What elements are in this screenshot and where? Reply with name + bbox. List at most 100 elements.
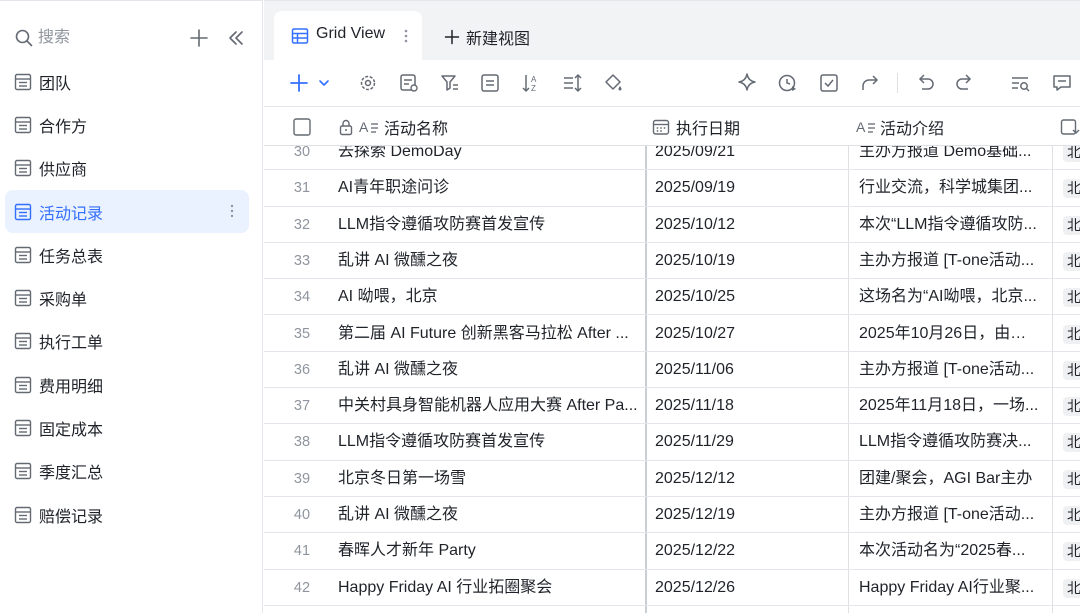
cell-activity-intro[interactable]: 本次“LLM指令遵循攻防... — [859, 215, 1039, 235]
table-row[interactable]: 39 北京冬日第一场雪 2025/12/12 团建/聚会，AGI Bar主办 北 — [264, 461, 1080, 497]
cell-activity-name[interactable]: 北京冬日第一场雪 — [338, 469, 638, 489]
field-config-icon[interactable] — [397, 71, 421, 95]
sidebar-item[interactable]: 季度汇总 — [5, 450, 249, 493]
sort-icon[interactable]: A Z — [519, 71, 543, 95]
group-icon[interactable] — [478, 71, 502, 95]
cell-activity-intro[interactable]: 团建/聚会，AGI Bar主办 — [859, 469, 1039, 489]
cell-execution-date[interactable]: 2025/12/12 — [655, 469, 845, 489]
cell-execution-date[interactable]: 2025/11/06 — [655, 360, 845, 380]
automation-icon[interactable] — [776, 71, 800, 95]
cell-tag[interactable]: 北 — [1063, 288, 1080, 308]
tab-grid-view[interactable]: Grid View — [274, 11, 422, 61]
cell-execution-date[interactable]: 2025/10/19 — [655, 251, 845, 271]
cell-execution-date[interactable]: 2025/11/29 — [655, 432, 845, 452]
collapse-sidebar-button[interactable] — [224, 26, 248, 50]
sidebar-item[interactable]: 固定成本 — [5, 406, 249, 449]
cell-activity-name[interactable]: LLM指令遵循攻防赛首发宣传 — [338, 432, 638, 452]
new-view-button[interactable]: 新建视图 — [444, 25, 530, 49]
sidebar-item[interactable]: 执行工单 — [5, 320, 249, 363]
cell-execution-date[interactable]: 2025/12/26 — [655, 578, 845, 598]
table-row[interactable]: 40 乱讲 AI 微醺之夜 2025/12/19 主办方报道 [T-one活动... 北 — [264, 497, 1080, 534]
cell-tag[interactable]: 北 — [1063, 251, 1080, 271]
table-row[interactable]: 36 乱讲 AI 微醺之夜 2025/11/06 主办方报道 [T-one活动... 北 — [264, 352, 1080, 389]
cell-activity-name[interactable]: 乱讲 AI 微醺之夜 — [338, 505, 638, 525]
cell-activity-intro[interactable]: 主办方报道 [T-one活动... — [859, 505, 1039, 525]
comment-icon[interactable] — [1050, 71, 1074, 95]
table-row[interactable]: 41 春晖人才新年 Party 2025/12/22 本次活动名为“2025春... 北 — [264, 533, 1080, 570]
cell-tag[interactable]: 北 — [1063, 433, 1080, 453]
sidebar-item[interactable]: 供应商 — [5, 147, 249, 190]
cell-activity-name[interactable]: 中关村具身智能机器人应用大赛 After Pa... — [338, 396, 638, 416]
undo-icon[interactable] — [913, 71, 937, 95]
cell-activity-name[interactable]: LLM指令遵循攻防赛首发宣传 — [338, 215, 638, 235]
cell-activity-intro[interactable]: 行业交流，科学城集团... — [859, 178, 1039, 198]
cell-execution-date[interactable]: 2025/09/19 — [655, 178, 845, 198]
cell-tag[interactable]: 北 — [1063, 360, 1080, 380]
table-row[interactable]: 32 LLM指令遵循攻防赛首发宣传 2025/10/12 本次“LLM指令遵循攻防..… — [264, 207, 1080, 243]
cell-activity-intro[interactable]: 2025年11月18日，一场... — [859, 396, 1039, 416]
form-icon[interactable] — [817, 71, 841, 95]
column-header-name[interactable]: A 活动名称 — [338, 107, 448, 146]
table-row[interactable]: 37 中关村具身智能机器人应用大赛 After Pa... 2025/11/18 20… — [264, 388, 1080, 425]
cell-tag[interactable]: 北 — [1063, 578, 1080, 598]
sidebar-item[interactable]: 活动记录 — [5, 189, 249, 234]
find-replace-icon[interactable] — [1008, 71, 1032, 95]
cell-execution-date[interactable]: 2025/10/25 — [655, 287, 845, 307]
sidebar-item[interactable]: 团队 — [5, 60, 249, 103]
sidebar-item[interactable]: 采购单 — [5, 276, 249, 319]
cell-tag[interactable]: 北 — [1063, 542, 1080, 562]
table-row[interactable]: 42 Happy Friday AI 行业拓圈聚会 2025/12/26 Happy … — [264, 570, 1080, 606]
table-row[interactable]: 35 第二届 AI Future 创新黑客马拉松 After ... 2025/10… — [264, 316, 1080, 352]
more-vertical-icon[interactable] — [225, 202, 239, 220]
column-header-next[interactable] — [1060, 107, 1080, 146]
share-icon[interactable] — [858, 71, 882, 95]
cell-activity-name[interactable]: AI 呦喂，北京 — [338, 287, 638, 307]
cell-tag[interactable]: 北 — [1063, 506, 1080, 525]
cell-activity-name[interactable]: 乱讲 AI 微醺之夜 — [338, 251, 638, 271]
row-height-icon[interactable] — [560, 71, 584, 95]
cell-tag[interactable]: 北 — [1063, 469, 1080, 489]
sidebar-item[interactable]: 赔偿记录 — [5, 493, 249, 536]
table-row[interactable]: 31 AI青年职途问诊 2025/09/19 行业交流，科学城集团... 北 — [264, 170, 1080, 207]
cell-activity-intro[interactable]: 主办方报道 [T-one活动... — [859, 360, 1039, 380]
cell-execution-date[interactable]: 2025/11/18 — [655, 396, 845, 416]
search-icon[interactable] — [14, 28, 34, 48]
cell-tag[interactable]: 北 — [1063, 397, 1080, 417]
cell-activity-intro[interactable]: LLM指令遵循攻防赛决... — [859, 432, 1039, 452]
cell-activity-intro[interactable]: 2025年10月26日，由北... — [859, 324, 1039, 344]
cell-activity-name[interactable]: 第二届 AI Future 创新黑客马拉松 After ... — [338, 324, 638, 344]
sidebar-item[interactable]: 任务总表 — [5, 233, 249, 276]
cell-activity-name[interactable]: 乱讲 AI 微醺之夜 — [338, 360, 638, 380]
cell-activity-name[interactable]: AI青年职途问诊 — [338, 178, 638, 198]
sidebar-item[interactable]: 合作方 — [5, 103, 249, 146]
cell-activity-intro[interactable]: 本次活动名为“2025春... — [859, 541, 1039, 561]
cell-tag[interactable]: 北 — [1063, 324, 1080, 344]
add-table-button[interactable] — [187, 26, 211, 50]
cell-activity-intro[interactable]: 主办方报道 [T-one活动... — [859, 251, 1039, 271]
redo-icon[interactable] — [953, 71, 977, 95]
more-vertical-icon[interactable] — [402, 27, 410, 45]
cell-tag[interactable]: 北 — [1063, 179, 1080, 199]
fill-color-icon[interactable] — [601, 71, 625, 95]
cell-activity-intro[interactable]: Happy Friday AI行业聚... — [859, 578, 1039, 598]
filter-icon[interactable] — [438, 71, 462, 95]
cell-activity-intro[interactable]: 这场名为“AI呦喂，北京... — [859, 287, 1039, 307]
cell-tag[interactable]: 北 — [1063, 215, 1080, 235]
cell-execution-date[interactable]: 2025/12/19 — [655, 505, 845, 525]
table-row[interactable]: 33 乱讲 AI 微醺之夜 2025/10/19 主办方报道 [T-one活动... 北 — [264, 243, 1080, 280]
select-all-checkbox[interactable] — [293, 107, 311, 146]
table-row[interactable]: 34 AI 呦喂，北京 2025/10/25 这场名为“AI呦喂，北京... 北 — [264, 279, 1080, 316]
cell-execution-date[interactable]: 2025/10/27 — [655, 324, 845, 344]
sidebar-item[interactable]: 费用明细 — [5, 363, 249, 406]
cell-execution-date[interactable]: 2025/12/22 — [655, 541, 845, 561]
cell-activity-name[interactable]: Happy Friday AI 行业拓圈聚会 — [338, 578, 638, 598]
ai-sparkle-icon[interactable] — [735, 71, 759, 95]
search-input[interactable] — [38, 26, 158, 50]
cell-activity-name[interactable]: 春晖人才新年 Party — [338, 541, 638, 561]
cell-execution-date[interactable]: 2025/10/12 — [655, 215, 845, 235]
add-record-button[interactable] — [288, 71, 336, 95]
column-header-date[interactable]: 执行日期 — [652, 107, 740, 146]
column-header-intro[interactable]: A 活动介绍 — [856, 107, 944, 146]
settings-icon[interactable] — [356, 71, 380, 95]
table-row[interactable]: 38 LLM指令遵循攻防赛首发宣传 2025/11/29 LLM指令遵循攻防赛决...… — [264, 424, 1080, 461]
